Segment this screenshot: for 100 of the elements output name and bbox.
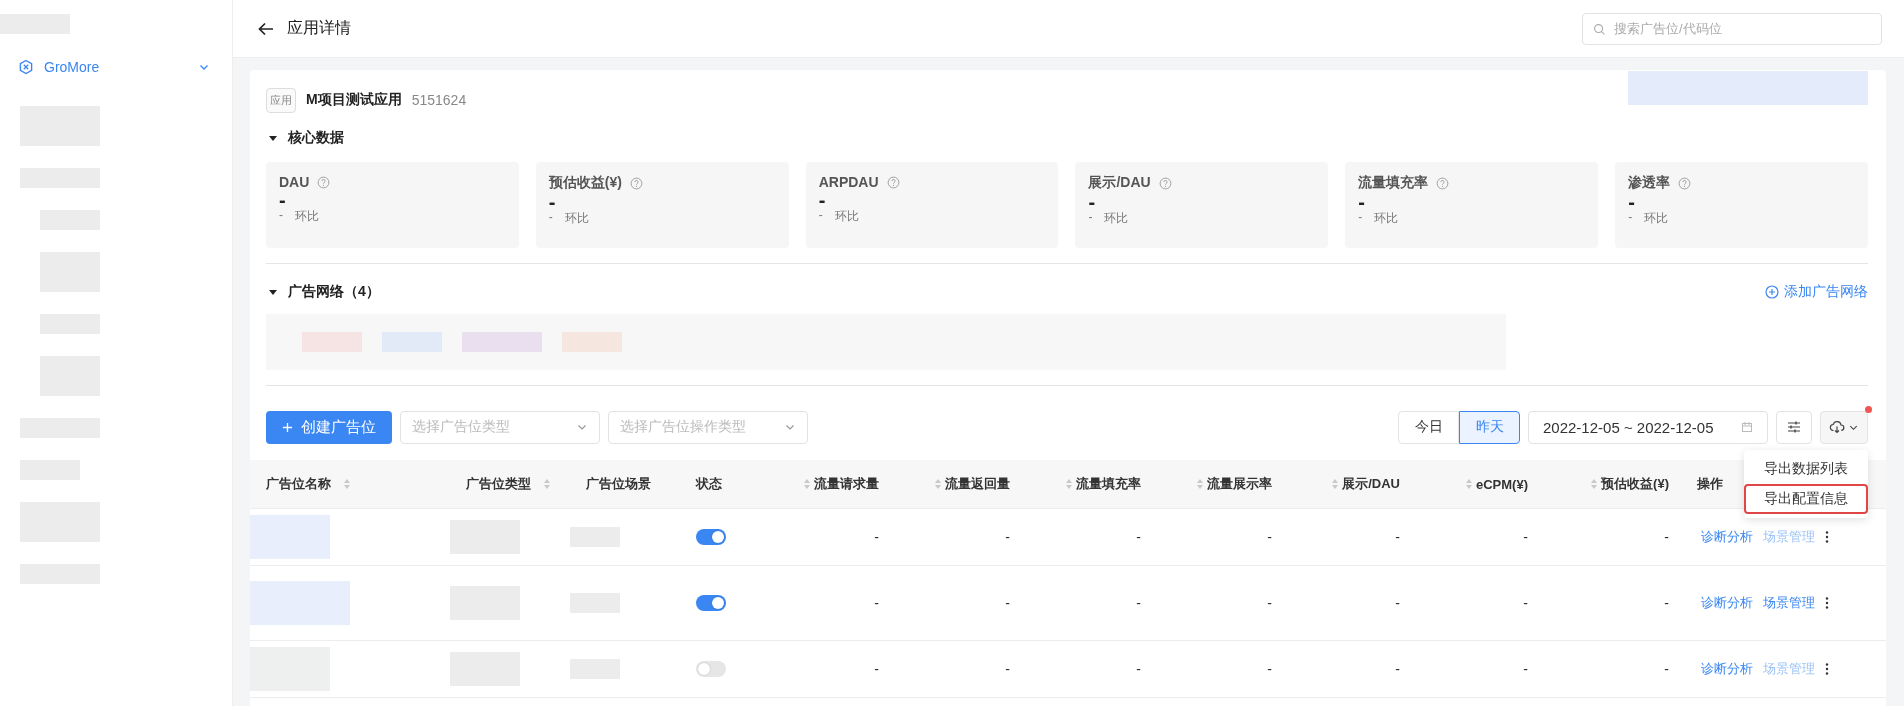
change-label: 环比 (834, 208, 859, 225)
metric-label: 流量填充率 (1358, 174, 1429, 192)
sort-icon[interactable] (543, 478, 551, 490)
column-header: 流量填充率 (1076, 475, 1141, 493)
change-value: - (1088, 210, 1093, 226)
table-cell: - (1005, 529, 1010, 545)
page-title: 应用详情 (287, 18, 351, 38)
sidebar-item[interactable]: GroMore (0, 44, 232, 90)
sort-icon[interactable] (343, 478, 351, 490)
table-cell: - (1523, 661, 1528, 677)
column-header: eCPM(¥) (1476, 476, 1528, 492)
help-icon[interactable] (1158, 176, 1172, 190)
metric-label: 渗透率 (1628, 174, 1671, 192)
metric-value: - (548, 192, 557, 210)
sort-icon[interactable] (934, 478, 942, 490)
calendar-icon (1741, 421, 1753, 433)
change-label: 环比 (1104, 210, 1129, 227)
help-icon[interactable] (629, 176, 643, 190)
table-cell: - (1664, 661, 1669, 677)
sort-icon[interactable] (1331, 478, 1340, 490)
table-cell: - (1267, 595, 1272, 611)
metric-value: - (1088, 192, 1097, 210)
metric-value: - (1358, 192, 1366, 210)
add-network-link[interactable]: 添加广告网络 (1765, 283, 1868, 301)
metric-label: 展示/DAU (1088, 174, 1151, 192)
action-link[interactable]: 诊断分析 (1701, 528, 1753, 546)
action-link[interactable]: 诊断分析 (1701, 594, 1753, 612)
table-cell: - (1523, 595, 1528, 611)
table-cell: - (874, 595, 879, 611)
column-header: 流量返回量 (945, 475, 1010, 493)
date-range-tab[interactable]: 今日 (1398, 410, 1459, 444)
search-icon (1593, 22, 1606, 36)
table-cell: - (1664, 529, 1669, 545)
metric-value: - (1628, 192, 1636, 210)
table-cell: - (1005, 661, 1010, 677)
change-label: 环比 (1644, 210, 1669, 227)
section-title: 广告网络（4） (288, 283, 380, 301)
table-cell: - (1267, 661, 1272, 677)
app-name: M项目测试应用 (306, 91, 402, 109)
table-cell: - (874, 661, 879, 677)
sort-icon[interactable] (1465, 478, 1473, 490)
metric-label: ARPDAU (818, 174, 879, 190)
table-cell: - (1136, 529, 1141, 545)
help-icon[interactable] (1436, 176, 1450, 190)
table-cell: - (1523, 529, 1528, 545)
change-value: - (1358, 210, 1363, 226)
more-icon[interactable] (1825, 596, 1829, 610)
table-cell: - (1664, 595, 1669, 611)
sort-icon[interactable] (1065, 478, 1073, 490)
filter-dropdown[interactable]: 选择广告位操作类型 (608, 410, 808, 444)
table-cell: - (1395, 661, 1400, 677)
change-label: 环比 (1374, 210, 1399, 227)
column-header: 广告位场景 (586, 475, 651, 493)
sort-icon[interactable] (1590, 478, 1599, 490)
status-toggle[interactable] (696, 595, 726, 611)
column-header: 流量请求量 (814, 475, 879, 493)
help-icon[interactable] (886, 175, 900, 189)
status-toggle[interactable] (696, 529, 726, 545)
column-header: 广告位名称 (266, 475, 331, 493)
column-header: 预估收益(¥) (1601, 475, 1669, 493)
caret-icon[interactable] (268, 287, 278, 297)
metric-label: DAU (279, 174, 310, 190)
metric-value: - (818, 190, 827, 208)
column-header: 流量展示率 (1207, 475, 1272, 493)
more-icon[interactable] (1825, 662, 1829, 676)
sort-icon[interactable] (1196, 478, 1204, 490)
sliders-icon (1786, 419, 1802, 435)
section-title: 核心数据 (288, 129, 344, 147)
sort-icon[interactable] (803, 478, 811, 490)
menu-item[interactable]: 导出配置信息 (1744, 484, 1868, 514)
status-toggle[interactable] (696, 661, 726, 677)
change-value: - (1628, 210, 1633, 226)
table-cell: - (1395, 595, 1400, 611)
column-header: 广告位类型 (466, 475, 531, 493)
change-label: 环比 (295, 208, 319, 225)
action-link[interactable]: 诊断分析 (1701, 660, 1753, 678)
change-value: - (548, 210, 553, 226)
date-range-field[interactable]: 2022-12-05 ~ 2022-12-05 (1528, 410, 1768, 444)
plus-icon (282, 421, 293, 433)
search-field[interactable]: 搜索广告位/代码位 (1582, 12, 1882, 45)
help-icon[interactable] (1678, 176, 1692, 190)
change-label: 环比 (564, 210, 589, 227)
cloud-download-icon (1829, 419, 1845, 435)
column-header: 展示/DAU (1342, 475, 1400, 493)
caret-icon[interactable] (268, 133, 278, 143)
more-icon[interactable] (1825, 530, 1829, 544)
date-range-tab[interactable]: 昨天 (1459, 410, 1520, 444)
help-icon[interactable] (317, 175, 331, 189)
plus-circle-icon (1765, 285, 1779, 299)
column-header: 状态 (696, 475, 722, 493)
change-value: - (818, 208, 823, 224)
metric-value: - (279, 190, 287, 208)
app-tag: 应用 (266, 87, 296, 113)
table-cell: - (874, 529, 879, 545)
column-settings-button[interactable] (1776, 410, 1812, 444)
filter-dropdown[interactable]: 选择广告位类型 (400, 410, 600, 444)
action-link[interactable]: 场景管理 (1763, 594, 1815, 612)
menu-item[interactable]: 导出数据列表 (1744, 454, 1868, 484)
table-cell: - (1136, 661, 1141, 677)
create-ad-slot-button[interactable]: 创建广告位 (266, 410, 392, 444)
